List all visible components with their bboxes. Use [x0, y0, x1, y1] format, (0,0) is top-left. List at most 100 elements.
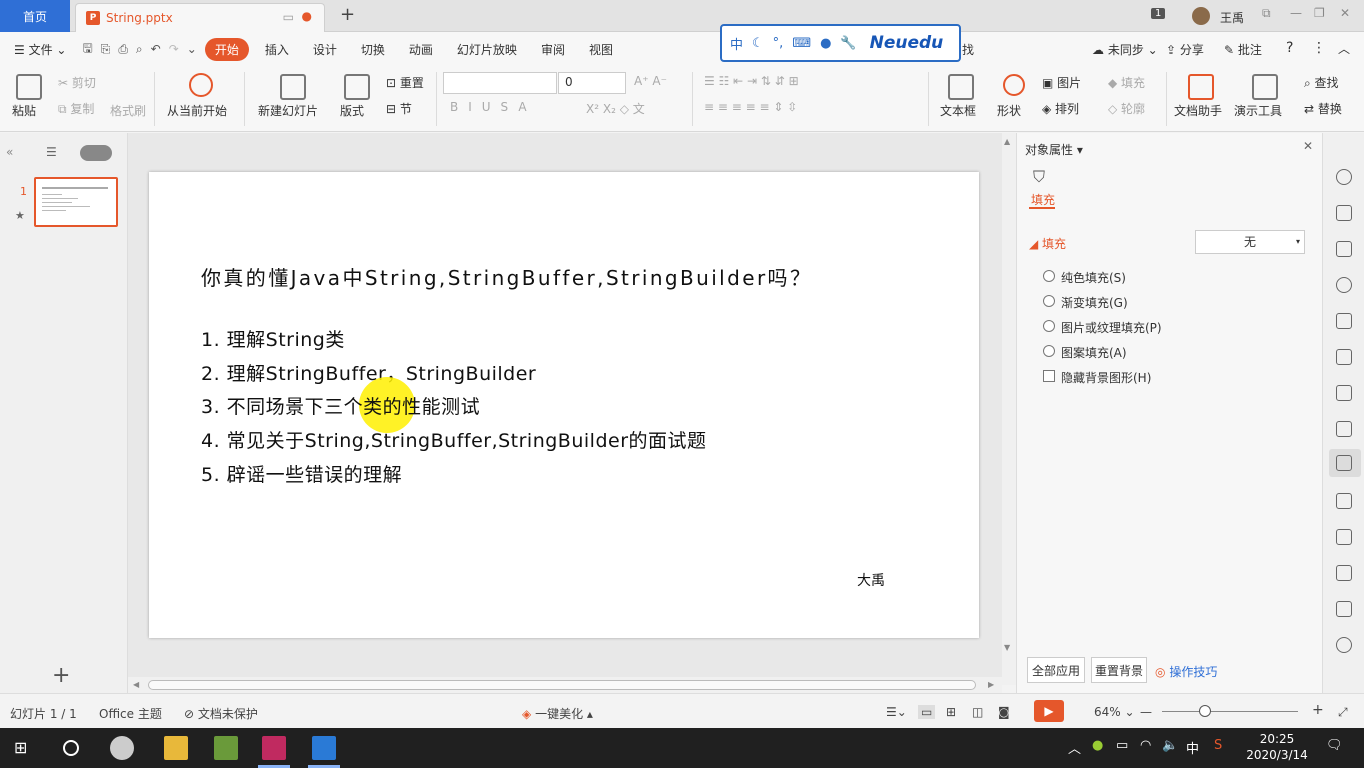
keyboard-icon[interactable]: ⌨: [792, 36, 811, 51]
vertical-scrollbar[interactable]: ▲ ▼: [1002, 133, 1016, 685]
panel-close-icon[interactable]: ✕: [1303, 139, 1313, 153]
more-icon[interactable]: ⋮: [1312, 40, 1326, 56]
scroll-down-icon[interactable]: ▼: [1004, 643, 1010, 652]
new-slide-icon[interactable]: [280, 74, 306, 100]
share-tool-icon[interactable]: [1336, 529, 1352, 545]
ime-mode[interactable]: 中: [730, 34, 743, 53]
slide-item-1[interactable]: 1. 理解String类: [201, 325, 345, 352]
beautify-button[interactable]: ◈ 一键美化 ▴: [522, 705, 593, 722]
list-format-icons[interactable]: ☰ ☷ ⇤ ⇥ ⇅ ⇵ ⊞: [704, 74, 799, 88]
home-tab[interactable]: 首页: [0, 0, 70, 32]
section-button[interactable]: ⊟ 节: [386, 100, 412, 117]
intellij-icon[interactable]: [262, 736, 286, 760]
windows-start-icon[interactable]: ⊞: [14, 738, 27, 757]
unsaved-dot-icon[interactable]: ●: [302, 9, 312, 23]
window-layout-icon[interactable]: ⧉: [1262, 6, 1271, 21]
ime-indicator[interactable]: 中: [1186, 738, 1199, 757]
wrench-icon[interactable]: 🔧: [840, 36, 856, 51]
image-tool-icon[interactable]: [1336, 493, 1352, 509]
horizontal-scrollbar[interactable]: ◀ ▶: [128, 677, 1002, 693]
table-tool-icon[interactable]: [1336, 349, 1352, 365]
user-icon[interactable]: ●: [820, 36, 831, 51]
copy-button[interactable]: ⧉ 复制: [58, 100, 94, 117]
settings-tool-icon[interactable]: [1336, 637, 1352, 653]
arrange-button[interactable]: ◈ 排列: [1042, 100, 1079, 117]
new-tab-button[interactable]: +: [340, 4, 355, 25]
wps-icon[interactable]: [312, 736, 336, 760]
user-name[interactable]: 王禹: [1220, 9, 1244, 26]
paste-button[interactable]: 粘贴: [12, 102, 36, 119]
properties-tool-icon[interactable]: [1336, 455, 1352, 471]
outline-view-icon[interactable]: ☰: [46, 145, 57, 159]
zoom-out-icon[interactable]: —: [1140, 705, 1152, 719]
doc-assistant-icon[interactable]: [1188, 74, 1214, 100]
notes-icon[interactable]: ☰⌄: [886, 705, 907, 719]
grid-tool-icon[interactable]: [1336, 385, 1352, 401]
checkbox-hide-bg[interactable]: [1043, 370, 1055, 382]
minimize-icon[interactable]: —: [1290, 6, 1302, 20]
reset-button[interactable]: ⊡ 重置: [386, 74, 424, 91]
fill-section-header[interactable]: ◢ 填充: [1029, 235, 1066, 252]
scroll-up-icon[interactable]: ▲: [1004, 137, 1010, 146]
slide-item-2[interactable]: 2. 理解StringBuffer，StringBuilder: [201, 359, 536, 386]
fill-type-select[interactable]: 无 ▾: [1195, 230, 1305, 254]
sync-status[interactable]: ☁ 未同步 ⌄: [1092, 41, 1158, 58]
volume-icon[interactable]: 🔈: [1162, 738, 1178, 753]
copy-tool-icon[interactable]: [1336, 241, 1352, 257]
wifi-icon[interactable]: ◠: [1140, 738, 1151, 753]
font-family-select[interactable]: [443, 72, 557, 94]
slide[interactable]: 你真的懂Java中String,StringBuffer,StringBuild…: [149, 172, 979, 638]
fit-window-icon[interactable]: ⤢: [1338, 705, 1348, 720]
slide-author[interactable]: 大禹: [857, 570, 885, 590]
print-icon[interactable]: ⎙: [114, 42, 132, 57]
punctuation-icon[interactable]: °,: [773, 36, 784, 51]
scroll-thumb[interactable]: [148, 680, 976, 690]
paste-icon[interactable]: [16, 74, 42, 100]
export-icon[interactable]: ⎘: [97, 42, 115, 57]
fill-bucket-icon[interactable]: ⛉: [1033, 167, 1045, 187]
system-clock[interactable]: 20:25 2020/3/14: [1246, 731, 1308, 763]
doc-assistant-button[interactable]: 文档助手: [1174, 102, 1222, 119]
format-painter-button[interactable]: 格式刷: [110, 102, 146, 119]
paragraph-align-icons[interactable]: ≡ ≡ ≡ ≡ ≡ ⇕ ⇳: [704, 100, 797, 114]
shape-icon[interactable]: [1003, 74, 1025, 96]
zoom-level[interactable]: 64% ⌄: [1094, 705, 1135, 719]
moon-icon[interactable]: ☾: [752, 36, 764, 51]
option-gradient-fill[interactable]: 渐变填充(G): [1061, 294, 1128, 311]
reading-view-icon[interactable]: ◫: [972, 705, 983, 719]
scroll-right-icon[interactable]: ▶: [988, 680, 994, 689]
theme-name[interactable]: Office 主题: [99, 705, 162, 722]
text-format-icons[interactable]: BIUSA: [450, 100, 537, 114]
tab-slideshow[interactable]: 幻灯片放映: [445, 41, 529, 58]
radio-pattern-fill[interactable]: [1043, 345, 1055, 357]
tab-transition[interactable]: 切换: [349, 41, 397, 58]
comment-button[interactable]: ✎ 批注: [1224, 41, 1262, 58]
presenter-view-icon[interactable]: ◙: [998, 705, 1010, 719]
tray-expand-icon[interactable]: ︿: [1068, 738, 1081, 757]
menu-file[interactable]: ☰ 文件 ⌄: [0, 41, 78, 58]
customize-icon[interactable]: ⌄: [183, 42, 201, 56]
layout-button[interactable]: 版式: [340, 102, 364, 119]
presentation-tools-button[interactable]: 演示工具: [1234, 102, 1282, 119]
shape-button[interactable]: 形状: [997, 102, 1021, 119]
add-slide-button[interactable]: +: [52, 663, 70, 688]
outline-button[interactable]: ◇ 轮廓: [1108, 100, 1145, 117]
protection-status[interactable]: ⊘ 文档未保护: [184, 705, 258, 722]
search-icon[interactable]: [63, 740, 79, 756]
collapse-ribbon-icon[interactable]: ︿: [1338, 40, 1350, 57]
undo-icon[interactable]: ↶: [147, 42, 165, 56]
find-tab-tail[interactable]: 找: [962, 41, 974, 58]
radio-gradient-fill[interactable]: [1043, 295, 1055, 307]
replace-button[interactable]: ⇄ 替换: [1304, 100, 1342, 117]
file-tab[interactable]: P String.pptx ▭ ●: [75, 3, 325, 32]
zoom-slider-handle[interactable]: [1199, 705, 1211, 717]
play-slideshow-button[interactable]: ▶: [1034, 700, 1064, 722]
audio-tool-icon[interactable]: [1336, 601, 1352, 617]
font-grow-icon[interactable]: A⁺ A⁻: [634, 74, 667, 88]
textbox-button[interactable]: 文本框: [940, 102, 976, 119]
window-count-badge[interactable]: 1: [1151, 8, 1166, 19]
option-picture-fill[interactable]: 图片或纹理填充(P): [1061, 319, 1162, 336]
preview-icon[interactable]: ⌕: [132, 42, 147, 57]
notification-icon[interactable]: 🗨: [1326, 738, 1343, 753]
slide-view-icon[interactable]: [80, 145, 112, 161]
